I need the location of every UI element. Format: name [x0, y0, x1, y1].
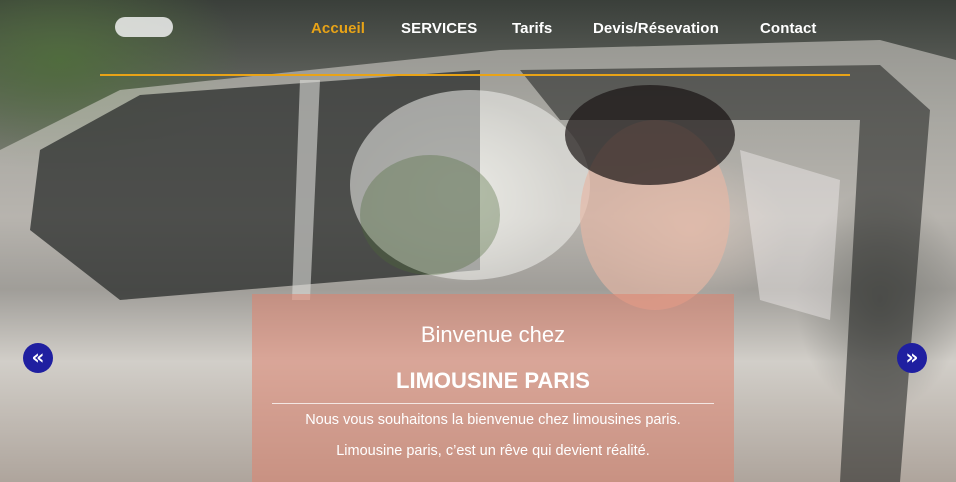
slide-caption: Binvenue chez LIMOUSINE PARIS Nous vous …: [252, 294, 734, 482]
caption-title: Binvenue chez: [420, 322, 566, 347]
nav-divider: [100, 74, 850, 76]
caption-text-1: Nous vous souhaitons la bienvenue chez l…: [305, 412, 681, 428]
nav-contact[interactable]: Contact: [760, 20, 817, 37]
nav-devis-reservation[interactable]: Devis/Résevation: [593, 20, 719, 37]
nav-accueil[interactable]: Accueil: [311, 20, 365, 37]
double-chevron-right-icon: »: [905, 345, 919, 369]
nav-tarifs[interactable]: Tarifs: [512, 20, 552, 37]
caption-text-2: Limousine paris, c’est un rêve qui devie…: [336, 443, 650, 459]
main-navigation: Accueil SERVICES Tarifs Devis/Résevation…: [0, 0, 956, 60]
slider-prev-button[interactable]: «: [23, 343, 53, 373]
caption-brand: LIMOUSINE PARIS: [396, 368, 590, 393]
slider-next-button[interactable]: »: [897, 343, 927, 373]
caption-divider: [272, 403, 714, 404]
nav-services[interactable]: SERVICES: [401, 20, 477, 37]
double-chevron-left-icon: «: [31, 345, 45, 369]
